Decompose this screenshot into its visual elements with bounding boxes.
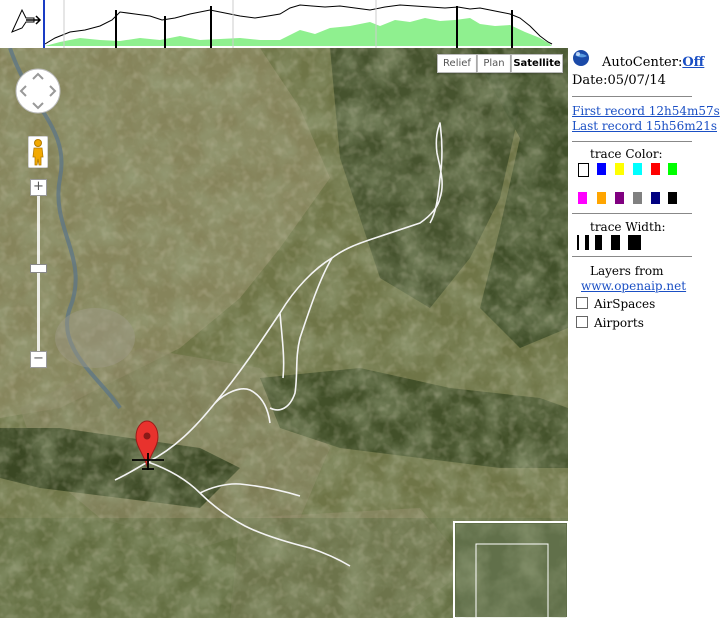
- zoom-slider-handle[interactable]: [30, 264, 47, 273]
- autocenter-label: AutoCenter:: [602, 55, 683, 70]
- google-earth-globe-icon[interactable]: [572, 49, 590, 67]
- trace-color-swatch[interactable]: [578, 192, 587, 204]
- airspaces-label: AirSpaces: [594, 297, 656, 311]
- trace-color-swatch[interactable]: [615, 163, 624, 175]
- altitude-profile[interactable]: [0, 0, 568, 49]
- pan-control-icon[interactable]: [14, 67, 62, 115]
- openaip-link[interactable]: www.openaip.net: [581, 279, 686, 293]
- airports-checkbox[interactable]: [576, 316, 588, 328]
- trace-color-label: trace Color:: [590, 147, 663, 161]
- layers-label: Layers from: [590, 264, 664, 278]
- control-panel: AutoCenter:Off Date:05/07/14 First recor…: [568, 48, 720, 618]
- trace-width-label: trace Width:: [590, 220, 666, 234]
- trace-color-swatch[interactable]: [633, 163, 642, 175]
- trace-color-swatch[interactable]: [578, 163, 589, 177]
- trace-width-option-3[interactable]: [595, 235, 602, 250]
- satellite-imagery[interactable]: [0, 48, 568, 618]
- divider: [572, 213, 692, 214]
- trace-color-swatch[interactable]: [615, 192, 624, 204]
- map-type-satellite-button[interactable]: Satellite: [511, 54, 563, 73]
- trace-width-option-1[interactable]: [577, 235, 579, 250]
- trace-color-swatch[interactable]: [668, 192, 677, 204]
- divider: [572, 141, 692, 142]
- divider: [572, 256, 692, 257]
- satellite-map[interactable]: Relief Plan Satellite + −: [0, 48, 568, 618]
- airports-label: Airports: [594, 316, 644, 330]
- street-view-pegman-icon[interactable]: [28, 136, 48, 168]
- map-type-relief-button[interactable]: Relief: [437, 54, 477, 73]
- trace-color-swatch[interactable]: [597, 192, 606, 204]
- flight-date: Date:05/07/14: [572, 73, 666, 88]
- town-area: [55, 308, 135, 368]
- trace-color-swatch[interactable]: [651, 163, 660, 175]
- airspaces-checkbox[interactable]: [576, 297, 588, 309]
- altitude-profile-graph[interactable]: [0, 0, 568, 48]
- zoom-slider-track[interactable]: [37, 196, 40, 352]
- autocenter-row: AutoCenter:Off: [602, 55, 704, 70]
- map-type-plan-button[interactable]: Plan: [477, 54, 511, 73]
- last-record-link[interactable]: Last record 15h56m21s: [572, 119, 717, 133]
- trace-width-option-2[interactable]: [585, 235, 589, 250]
- zoom-out-button[interactable]: −: [30, 351, 47, 368]
- trace-color-swatch[interactable]: [597, 163, 606, 175]
- first-record-link[interactable]: First record 12h54m57s: [572, 104, 720, 118]
- zoom-in-button[interactable]: +: [30, 179, 47, 196]
- autocenter-toggle-link[interactable]: Off: [682, 55, 704, 70]
- trace-width-option-4[interactable]: [611, 235, 620, 250]
- overview-minimap[interactable]: [453, 521, 568, 618]
- trace-color-swatch[interactable]: [651, 192, 660, 204]
- trace-color-swatch[interactable]: [633, 192, 642, 204]
- trace-color-swatch[interactable]: [668, 163, 677, 175]
- trace-width-option-5[interactable]: [628, 235, 641, 250]
- divider: [572, 96, 692, 97]
- zoom-control[interactable]: + −: [30, 179, 47, 369]
